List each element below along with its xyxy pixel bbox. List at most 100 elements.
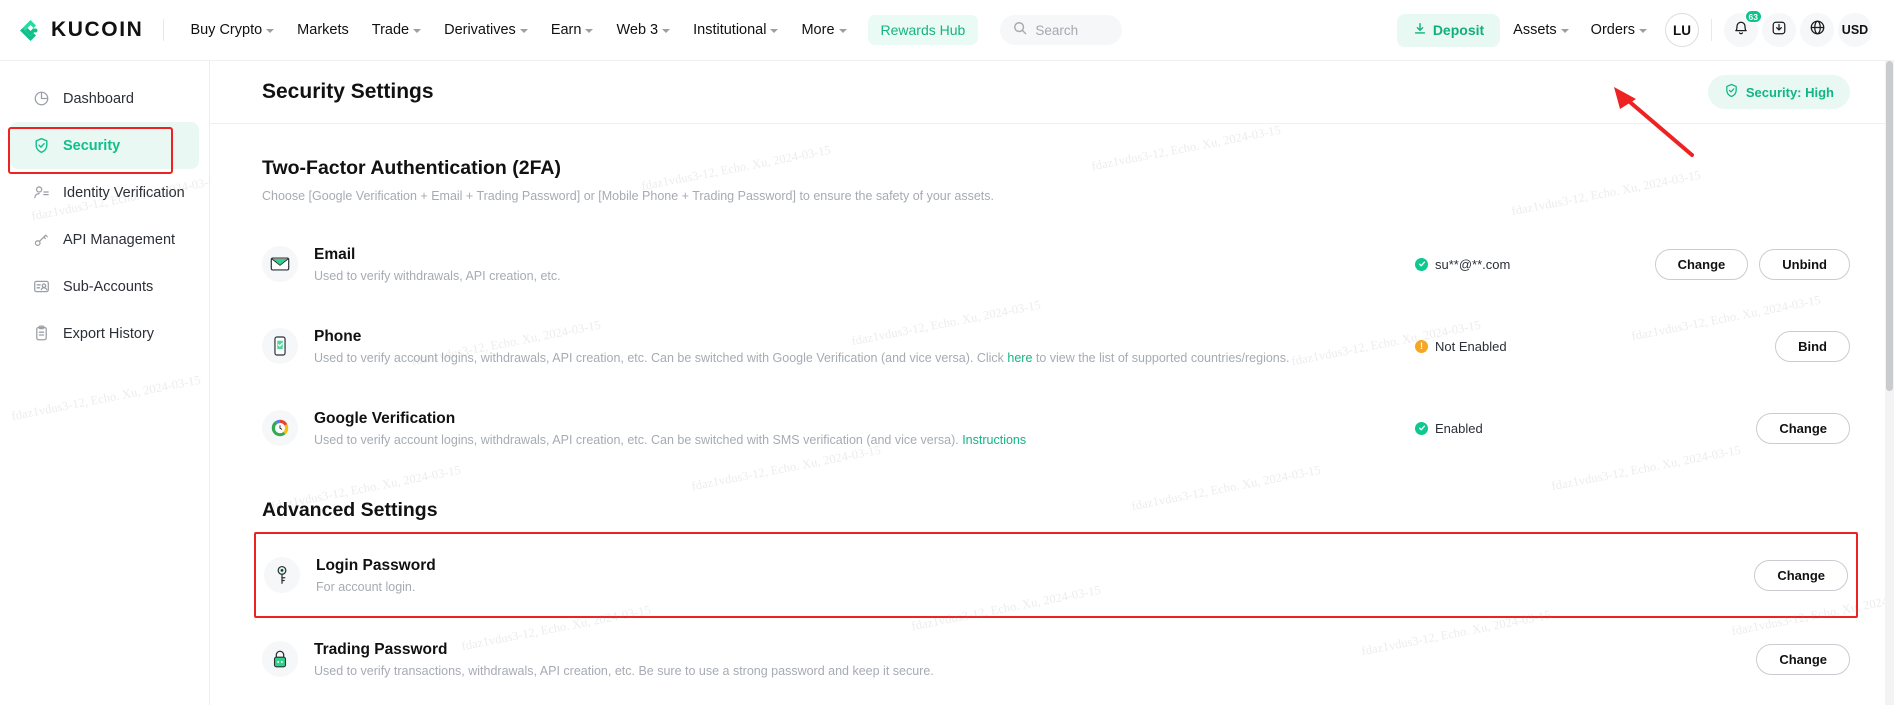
sidebar-item-label: API Management (63, 231, 176, 248)
sidebar-item-identity-verification[interactable]: Identity Verification (10, 169, 199, 216)
scrollbar-track[interactable] (1885, 61, 1894, 705)
row-description: Used to verify account logins, withdrawa… (314, 351, 1415, 365)
row-actions: Change (1635, 643, 1850, 675)
row-title: Trading Password (314, 640, 448, 658)
setting-row-phone: Phone Used to verify account logins, wit… (262, 305, 1850, 387)
nav-right-group: Deposit Assets Orders LU 63 USD (1396, 10, 1872, 47)
pie-chart-icon (32, 90, 50, 108)
google-change-button[interactable]: Change (1756, 412, 1850, 444)
chevron-down-icon (838, 29, 847, 33)
nav-item-web3[interactable]: Web 3 (606, 15, 680, 45)
email-unbind-button[interactable]: Unbind (1759, 248, 1850, 280)
sidebar-item-label: Sub-Accounts (63, 278, 154, 295)
currency-button[interactable]: USD (1838, 13, 1872, 47)
nav-item-assets[interactable]: Assets (1504, 15, 1578, 45)
nav-item-derivatives[interactable]: Derivatives (434, 15, 538, 45)
sidebar-item-api-management[interactable]: API Management (10, 216, 199, 263)
email-change-button[interactable]: Change (1654, 248, 1749, 280)
nav-divider (1711, 19, 1712, 41)
trading-password-change-button[interactable]: Change (1756, 643, 1850, 675)
currency-label: USD (1841, 23, 1869, 37)
settings-content: Two-Factor Authentication (2FA) Choose [… (210, 124, 1894, 700)
language-button[interactable] (1800, 13, 1834, 47)
nav-label: Assets (1513, 22, 1557, 38)
supported-countries-link[interactable]: here (1007, 351, 1032, 365)
row-description-text: Used to verify account logins, withdrawa… (314, 350, 1008, 365)
row-title: Google Verification (314, 409, 456, 427)
row-description: Used to verify withdrawals, API creation… (314, 269, 1415, 283)
deposit-icon (1413, 22, 1427, 39)
row-status-label: Enabled (1435, 420, 1483, 436)
nav-label: Derivatives (444, 22, 516, 38)
chevron-down-icon (662, 29, 671, 33)
key-link-icon (32, 231, 50, 249)
search-placeholder: Search (1035, 22, 1079, 38)
chevron-down-icon (1639, 29, 1647, 33)
download-app-button[interactable] (1762, 13, 1796, 47)
phone-icon (262, 328, 298, 364)
instructions-link[interactable]: Instructions (962, 433, 1026, 447)
clipboard-icon (32, 325, 50, 343)
section-title-2fa: Two-Factor Authentication (2FA) (262, 157, 561, 179)
setting-row-login-password: Login Password For account login. Change (264, 534, 1848, 616)
chevron-down-icon (413, 29, 422, 33)
app-shell: Dashboard Security Identity Verification… (0, 61, 1894, 705)
sidebar-item-security[interactable]: Security (10, 122, 199, 169)
row-description-text: Used to verify account logins, withdrawa… (314, 432, 963, 447)
nav-item-orders[interactable]: Orders (1582, 15, 1656, 45)
setting-row-email: Email Used to verify withdrawals, API cr… (262, 223, 1850, 305)
top-navigation-bar: KUCOIN Buy Crypto Markets Trade Derivati… (0, 0, 1894, 61)
row-title: Phone (314, 327, 362, 345)
sidebar-item-sub-accounts[interactable]: Sub-Accounts (10, 263, 199, 310)
chevron-down-icon (585, 29, 594, 33)
sidebar-item-dashboard[interactable]: Dashboard (10, 75, 199, 122)
status-badge: Security: High (1707, 75, 1850, 109)
row-actions: Change (1633, 559, 1848, 591)
nav-item-buy-crypto[interactable]: Buy Crypto (180, 15, 284, 45)
bell-icon (1733, 20, 1749, 41)
row-actions: Change (1635, 412, 1850, 444)
row-text: Trading Password Used to verify transact… (314, 641, 1415, 678)
nav-label: Web 3 (616, 22, 659, 38)
nav-label: Earn (550, 22, 582, 38)
sidebar-item-label: Identity Verification (63, 184, 185, 201)
row-title: Email (314, 245, 356, 263)
chevron-down-icon (770, 29, 779, 33)
main-nav-items: Buy Crypto Markets Trade Derivatives Ear… (180, 15, 979, 45)
warning-icon: ! (1415, 339, 1428, 353)
nav-item-more[interactable]: More (791, 15, 856, 45)
login-password-highlight-box: Login Password For account login. Change (254, 532, 1858, 618)
page-header: Security Settings Security: High (210, 61, 1894, 124)
row-description-text: Used to verify withdrawals, API creation… (314, 268, 561, 283)
nav-label: More (801, 22, 835, 38)
avatar[interactable]: LU (1665, 13, 1699, 47)
deposit-label: Deposit (1432, 22, 1485, 38)
nav-item-institutional[interactable]: Institutional (683, 15, 788, 45)
kucoin-logo[interactable]: KUCOIN (18, 18, 143, 43)
phone-bind-button[interactable]: Bind (1775, 330, 1850, 362)
row-title: Login Password (316, 556, 436, 574)
deposit-button[interactable]: Deposit (1396, 13, 1501, 47)
row-status-label: su**@**.com (1435, 256, 1511, 272)
section-title-advanced: Advanced Settings (262, 499, 438, 521)
scrollbar-thumb[interactable] (1886, 61, 1893, 391)
kucoin-logo-icon (18, 18, 43, 43)
nav-item-earn[interactable]: Earn (541, 15, 604, 45)
shield-check-icon (32, 137, 50, 155)
sidebar-item-export-history[interactable]: Export History (10, 310, 199, 357)
search-icon (1013, 21, 1027, 40)
row-actions: Change Unbind (1635, 248, 1850, 280)
row-text: Email Used to verify withdrawals, API cr… (314, 246, 1415, 283)
rewards-hub-button[interactable]: Rewards Hub (867, 15, 979, 45)
search-input[interactable]: Search (1000, 15, 1123, 45)
nav-item-markets[interactable]: Markets (287, 15, 359, 45)
nav-label: Buy Crypto (190, 22, 263, 38)
check-circle-icon (1415, 257, 1428, 271)
notifications-button[interactable]: 63 (1724, 10, 1762, 47)
nav-item-trade[interactable]: Trade (362, 15, 431, 45)
nav-label: Trade (371, 22, 410, 38)
page-title: Security Settings (262, 80, 434, 103)
setting-row-google-verification: Google Verification Used to verify accou… (262, 387, 1850, 469)
nav-divider (163, 19, 165, 41)
login-password-change-button[interactable]: Change (1754, 559, 1848, 591)
